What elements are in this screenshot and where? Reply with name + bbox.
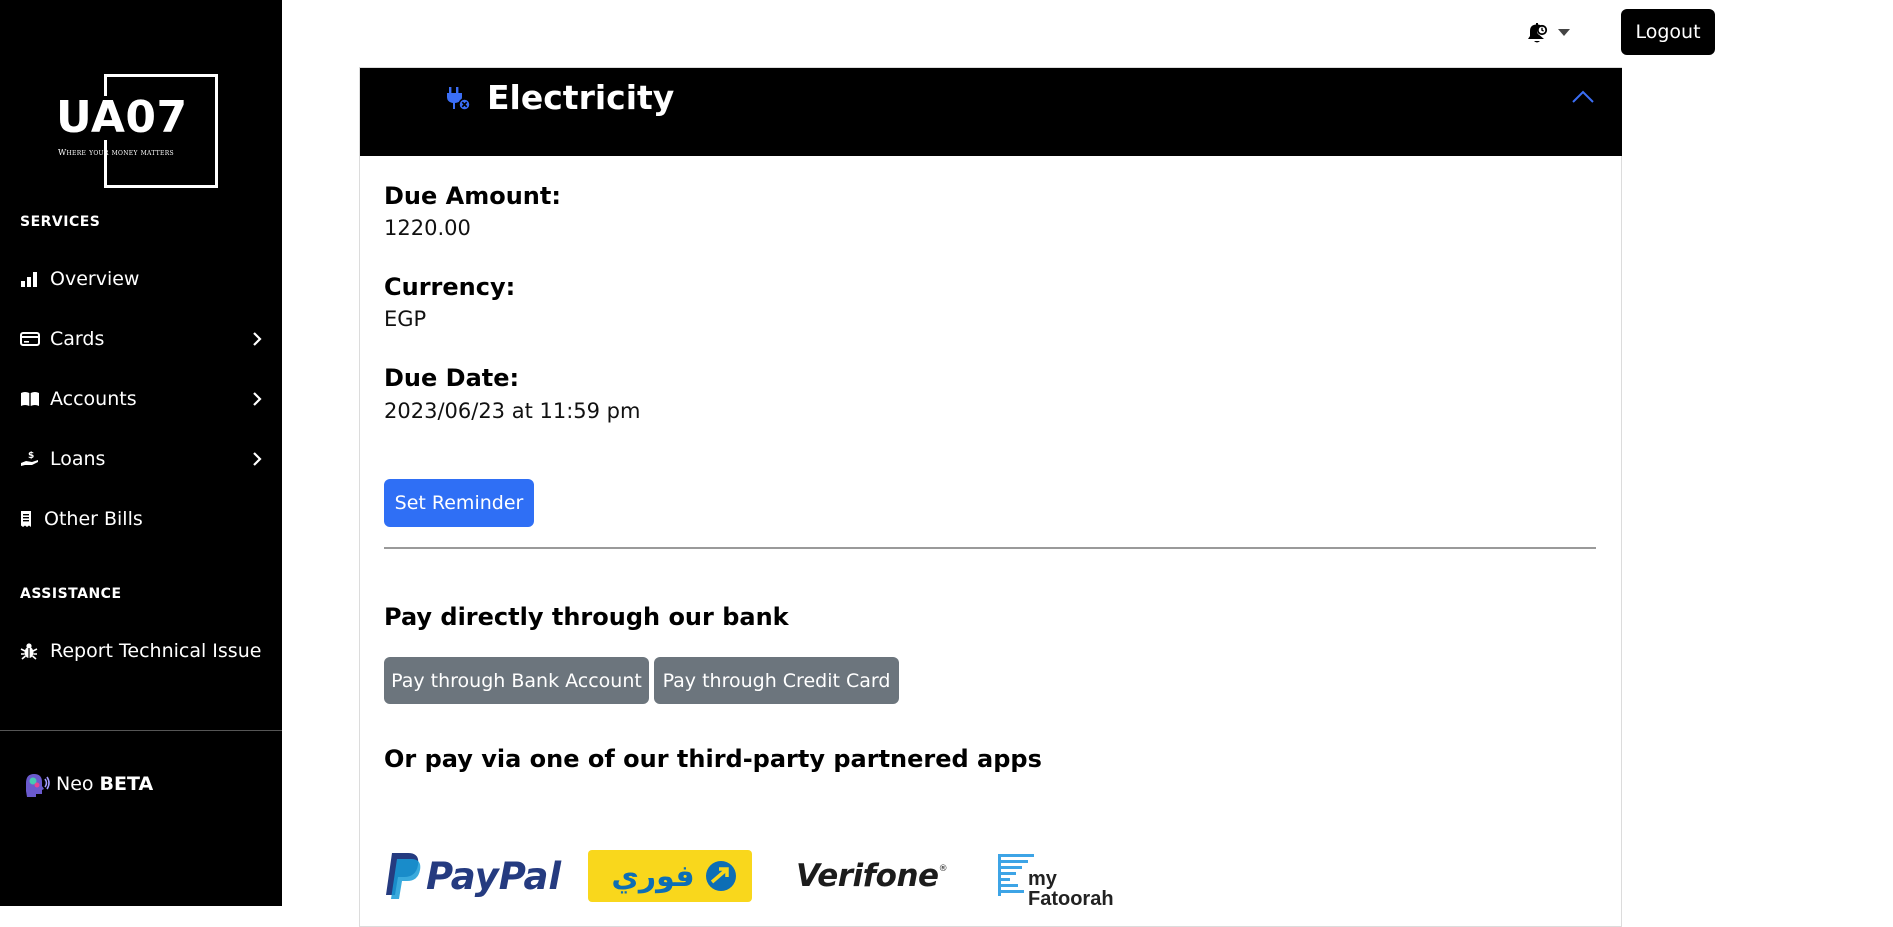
neo-assistant-link[interactable]: Neo BETA — [20, 768, 153, 800]
due-amount-label: Due Amount: — [384, 182, 561, 210]
logo-text: UA07 — [56, 96, 192, 140]
sidebar-item-label: Report Technical Issue — [50, 640, 262, 662]
bell-icon — [1524, 20, 1550, 46]
sidebar-item-overview[interactable]: Overview — [20, 261, 265, 297]
chevron-right-icon — [249, 449, 265, 469]
services-section-label: SERVICES — [20, 214, 101, 230]
pay-credit-card-button[interactable]: Pay through Credit Card — [654, 657, 899, 704]
myfatoorah-my: my — [1028, 868, 1057, 890]
bar-chart-icon — [20, 269, 42, 289]
verifone-wordmark: Verifone — [796, 858, 939, 894]
chevron-right-icon — [249, 329, 265, 349]
third-party-heading: Or pay via one of our third-party partne… — [384, 745, 1042, 773]
sidebar-item-loans[interactable]: $ Loans — [20, 441, 265, 477]
credit-card-icon — [20, 329, 42, 349]
ai-head-icon — [20, 769, 50, 799]
bill-title: Electricity — [487, 78, 675, 117]
sidebar-item-report-issue[interactable]: Report Technical Issue — [20, 633, 275, 669]
sidebar-item-label: Overview — [50, 268, 140, 290]
assistance-section-label: ASSISTANCE — [20, 586, 122, 602]
caret-down-icon — [1558, 29, 1570, 37]
divider — [384, 547, 1596, 549]
bug-icon — [20, 641, 42, 661]
myfatoorah-fatoorah: Fatoorah — [1028, 888, 1114, 910]
logo-tagline: Where your money matters — [58, 148, 174, 157]
verifone-logo[interactable]: Verifone ® — [796, 846, 948, 906]
logout-button[interactable]: Logout — [1621, 9, 1715, 55]
due-date-value: 2023/06/23 at 11:59 pm — [384, 399, 641, 423]
due-amount-value: 1220.00 — [384, 216, 471, 240]
book-icon — [20, 389, 42, 409]
bill-card: Electricity Due Amount: 1220.00 Currency… — [359, 67, 1622, 927]
sidebar-item-label: Other Bills — [44, 508, 143, 530]
fawry-badge: فوري — [588, 850, 752, 902]
paypal-wordmark: PayPal — [426, 854, 562, 898]
fawry-wordmark: فوري — [611, 858, 695, 894]
sidebar-item-label: Cards — [50, 328, 105, 350]
sidebar-item-label: Accounts — [50, 388, 137, 410]
due-date-label: Due Date: — [384, 364, 520, 392]
beta-badge: BETA — [99, 773, 154, 795]
sidebar-item-label: Loans — [50, 448, 106, 470]
brand-logo[interactable]: UA07 Where your money matters — [56, 74, 218, 188]
chevron-right-icon — [249, 389, 265, 409]
receipt-icon — [20, 509, 36, 529]
svg-text:$: $ — [28, 451, 34, 461]
pay-direct-heading: Pay directly through our bank — [384, 603, 789, 631]
sidebar-divider — [0, 730, 282, 731]
fawry-logo[interactable]: فوري — [588, 846, 752, 906]
hand-dollar-icon: $ — [20, 449, 42, 469]
myfatoorah-wordmark: my Fatoorah — [1028, 869, 1114, 909]
myfatoorah-logo[interactable]: my Fatoorah — [998, 843, 1128, 909]
chevron-up-icon[interactable] — [1570, 88, 1600, 112]
plug-icon — [445, 86, 471, 112]
notifications-dropdown[interactable] — [1524, 18, 1574, 48]
paypal-logo[interactable]: PayPal — [384, 846, 564, 906]
currency-value: EGP — [384, 307, 427, 331]
sidebar-item-accounts[interactable]: Accounts — [20, 381, 265, 417]
paypal-p-icon — [386, 853, 421, 899]
fawry-arrow-icon — [702, 858, 740, 898]
currency-label: Currency: — [384, 273, 516, 301]
sidebar: UA07 Where your money matters SERVICES O… — [0, 0, 282, 906]
sidebar-item-other-bills[interactable]: Other Bills — [20, 501, 265, 537]
registered-mark: ® — [938, 864, 948, 874]
neo-label: Neo — [56, 773, 94, 795]
sidebar-item-cards[interactable]: Cards — [20, 321, 265, 357]
pay-bank-account-button[interactable]: Pay through Bank Account — [384, 657, 649, 704]
bill-card-header[interactable]: Electricity — [360, 68, 1622, 156]
set-reminder-button[interactable]: Set Reminder — [384, 479, 534, 527]
